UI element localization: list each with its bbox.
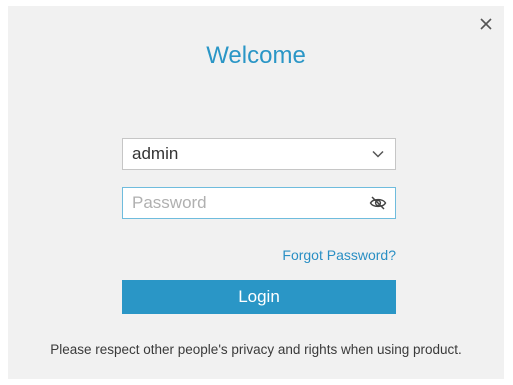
chevron-down-icon (370, 146, 386, 162)
username-value: admin (132, 144, 179, 163)
username-select[interactable]: admin (122, 138, 396, 170)
login-button[interactable]: Login (122, 280, 396, 314)
dialog-title: Welcome (206, 42, 306, 69)
close-button[interactable] (476, 14, 496, 34)
privacy-notice: Please respect other people's privacy an… (50, 342, 462, 357)
password-input[interactable] (123, 188, 369, 218)
eye-slash-icon[interactable] (369, 194, 387, 212)
close-icon (480, 18, 492, 30)
login-dialog: Welcome admin Forgot Password? Login Ple… (8, 6, 504, 379)
password-field (122, 187, 396, 219)
forgot-password-link[interactable]: Forgot Password? (282, 247, 396, 263)
